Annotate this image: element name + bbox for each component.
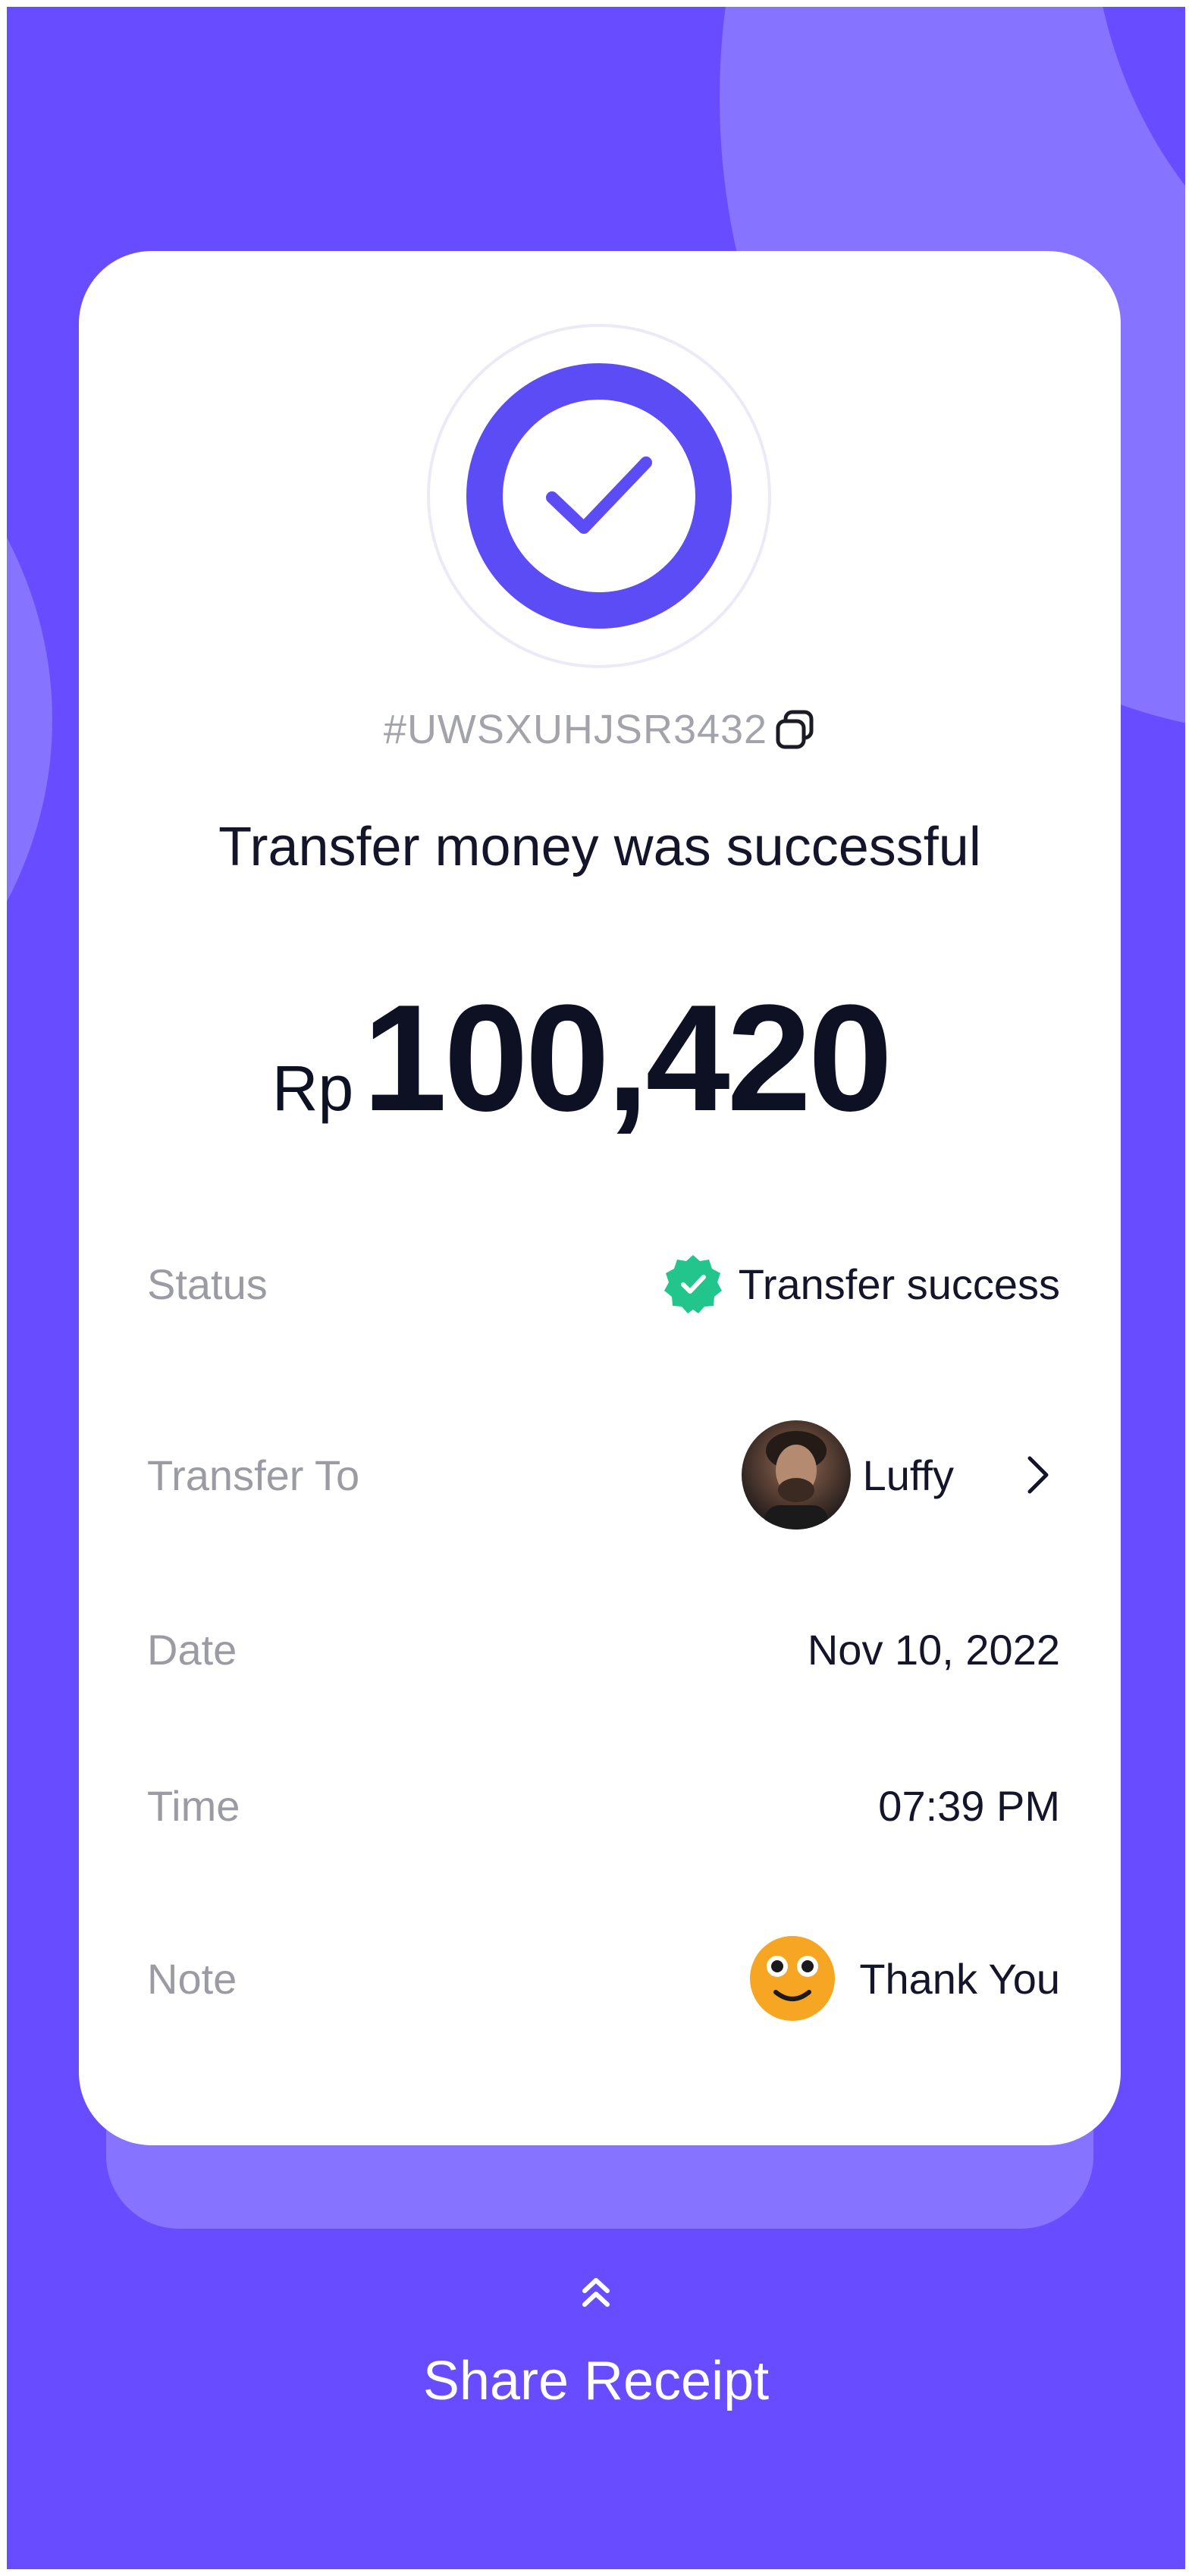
- screen: #UWSXUHJSR3432 Transfer money was succes…: [7, 7, 1185, 2569]
- share-receipt-button[interactable]: Share Receipt: [7, 2350, 1185, 2412]
- receipt-card: #UWSXUHJSR3432 Transfer money was succes…: [79, 251, 1121, 2145]
- transaction-id: #UWSXUHJSR3432: [383, 707, 768, 752]
- copy-icon[interactable]: [775, 709, 816, 750]
- transfer-to-label: Transfer To: [147, 1451, 360, 1499]
- background-decoration: [7, 280, 52, 1159]
- status-value: Transfer success: [738, 1260, 1060, 1308]
- page-title: Transfer money was successful: [218, 817, 981, 877]
- date-label: Date: [147, 1625, 237, 1674]
- time-label: Time: [147, 1781, 240, 1830]
- double-chevron-up-icon[interactable]: [577, 2274, 615, 2312]
- verified-badge-icon: [663, 1255, 722, 1313]
- note-value: Thank You: [859, 1954, 1060, 2003]
- date-value: Nov 10, 2022: [807, 1625, 1060, 1674]
- smiley-emoji-icon: [750, 1936, 836, 2021]
- currency-label: Rp: [271, 1053, 354, 1124]
- amount-value: 100,420: [362, 974, 892, 1143]
- amount-display: Rp 100,420: [79, 971, 1121, 1146]
- avatar: [741, 1420, 851, 1530]
- success-indicator: [430, 327, 768, 665]
- check-icon: [546, 457, 652, 534]
- time-value: 07:39 PM: [878, 1781, 1060, 1830]
- chevron-right-icon[interactable]: [1015, 1452, 1060, 1498]
- recipient-name: Luffy: [862, 1451, 954, 1499]
- transfer-to-row[interactable]: Transfer To Luffy: [147, 1420, 1060, 1530]
- time-row: Time 07:39 PM: [147, 1752, 1060, 1859]
- note-row: Note Thank You: [147, 1925, 1060, 2032]
- status-row: Status Transfer success: [147, 1231, 1060, 1337]
- transaction-id-row: #UWSXUHJSR3432: [79, 706, 1121, 753]
- date-row: Date Nov 10, 2022: [147, 1596, 1060, 1702]
- share-handle[interactable]: [7, 2274, 1185, 2312]
- status-label: Status: [147, 1260, 268, 1308]
- note-label: Note: [147, 1954, 237, 2003]
